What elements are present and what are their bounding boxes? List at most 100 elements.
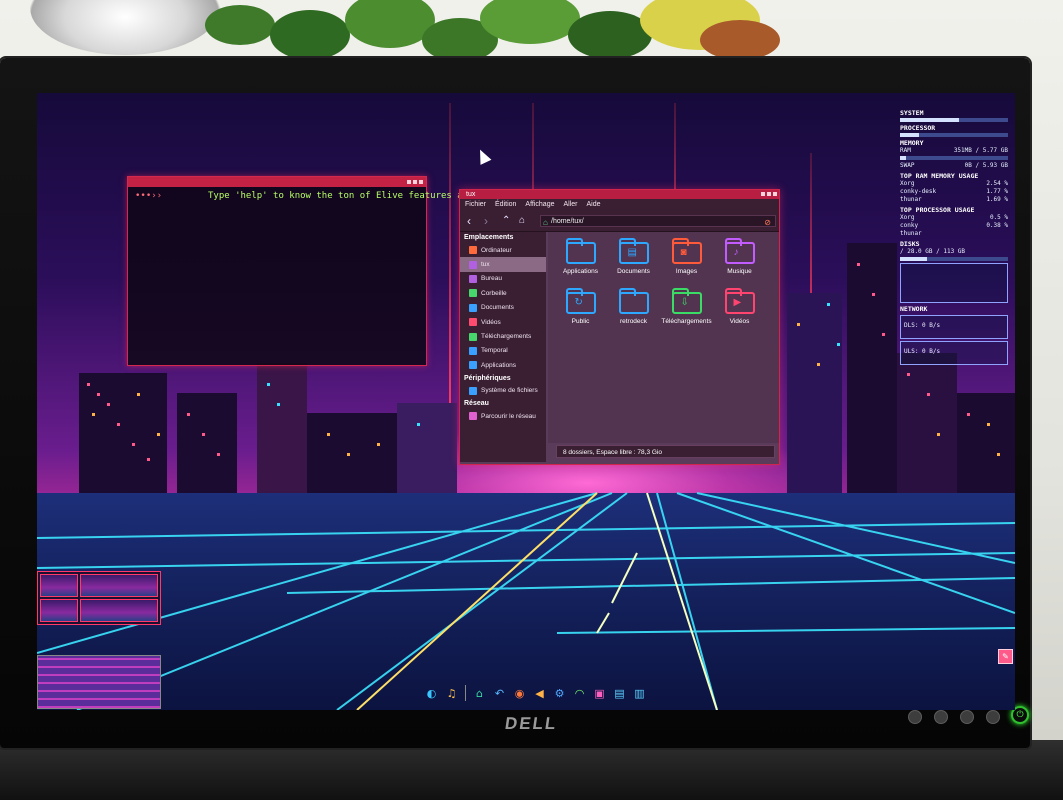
folder-icon: [469, 260, 477, 269]
conky-system-header: SYSTEM: [900, 109, 924, 117]
location-path: /home/tux/: [551, 218, 584, 225]
menu-edition[interactable]: Édition: [495, 199, 516, 211]
monitor-brand-logo: DELL: [503, 714, 559, 733]
folder-icon: [469, 246, 477, 255]
sidebar-item-network[interactable]: Parcourir le réseau: [460, 409, 546, 423]
elive-menu-icon[interactable]: ◐: [423, 685, 440, 702]
close-icon[interactable]: [419, 180, 423, 184]
folder-icon: [469, 274, 477, 283]
system-monitor-widget: SYSTEM PROCESSOR MEMORY RAM 351MB / 5.77…: [900, 107, 1008, 427]
conky-disk-graph: [900, 263, 1008, 303]
sidebar-item-label: Corbeille: [481, 289, 507, 297]
folder-view[interactable]: Applications ▤ Documents ◙ Images ♪ Musique ↻ Pu…: [548, 232, 779, 443]
location-bar[interactable]: ⌂ /home/tux/ ⊘: [540, 215, 776, 227]
folder-icon: [565, 238, 596, 265]
sidebar-item-places[interactable]: Vidéos: [460, 315, 546, 329]
workspace-pager: [37, 571, 161, 625]
monitor-button[interactable]: [934, 710, 948, 724]
workspace-thumbnail[interactable]: [80, 574, 158, 597]
sidebar-item-places[interactable]: Bureau: [460, 272, 546, 286]
folder-glyph: ↻: [574, 297, 583, 308]
sidebar-item-places[interactable]: Temporal: [460, 344, 546, 358]
conky-process-row: thunar: [900, 230, 1008, 238]
minimize-icon[interactable]: [407, 180, 411, 184]
desktop-screen[interactable]: •••›› Type 'help' to know the ton of Eli…: [37, 93, 1015, 710]
music-icon[interactable]: ♫: [443, 685, 460, 702]
menu-affichage[interactable]: Affichage: [525, 199, 554, 211]
conky-disks-header: DISKS: [900, 240, 920, 248]
conky-process-row: conky-desk 1.77 %: [900, 188, 1008, 196]
wifi-icon[interactable]: ◠: [571, 685, 588, 702]
trash-icon[interactable]: ▥: [631, 685, 648, 702]
folder-item[interactable]: ◙ Images: [660, 238, 713, 288]
folder-item[interactable]: ▶ Vidéos: [713, 288, 766, 338]
file-manager-titlebar[interactable]: tux: [460, 190, 779, 199]
folder-icon: ♪: [724, 238, 755, 265]
folder-item[interactable]: retrodeck: [607, 288, 660, 338]
terminal-titlebar[interactable]: [128, 177, 426, 187]
volume-icon[interactable]: ◀: [531, 685, 548, 702]
conky-upload-label: ULS: 0 B/s: [904, 348, 941, 355]
folder-home-icon[interactable]: ⌂: [471, 685, 488, 702]
terminal-icon[interactable]: ▣: [591, 685, 608, 702]
folder-item[interactable]: Applications: [554, 238, 607, 288]
sidebar-item-devices[interactable]: Système de fichiers: [460, 384, 546, 398]
camera-icon[interactable]: ◉: [511, 685, 528, 702]
folder-icon: ⇩: [671, 288, 702, 315]
conky-swap-value: 0B / 5.93 GB: [964, 162, 1008, 169]
monitor-button[interactable]: [986, 710, 1000, 724]
menu-aller[interactable]: Aller: [563, 199, 577, 211]
conky-process-name: conky: [900, 222, 919, 229]
maximize-icon[interactable]: [767, 192, 771, 196]
forward-icon[interactable]: ›: [484, 214, 488, 228]
folder-icon: [469, 303, 477, 312]
monitor-button[interactable]: [960, 710, 974, 724]
sidebar-item-places[interactable]: Corbeille: [460, 286, 546, 300]
folder-glyph: ♪: [733, 247, 739, 258]
sidebar-item-label: Vidéos: [481, 318, 501, 326]
minimize-icon[interactable]: [761, 192, 765, 196]
wallpaper-preview-thumbnail[interactable]: [37, 655, 161, 709]
settings-icon[interactable]: ⚙: [551, 685, 568, 702]
folder-icon: [469, 412, 477, 421]
monitor-button[interactable]: [908, 710, 922, 724]
conky-ram-label: RAM: [900, 147, 911, 154]
menu-aide[interactable]: Aide: [587, 199, 601, 211]
sidebar-item-places[interactable]: Ordinateur: [460, 243, 546, 257]
folder-item[interactable]: ↻ Public: [554, 288, 607, 338]
folder-label: Applications: [562, 268, 599, 275]
notification-icon[interactable]: ✎: [998, 649, 1013, 664]
up-icon[interactable]: ⌃: [502, 214, 510, 228]
close-icon[interactable]: [773, 192, 777, 196]
sidebar-item-label: Téléchargements: [481, 333, 532, 341]
folder-item[interactable]: ⇩ Téléchargements: [660, 288, 713, 338]
undo-icon[interactable]: ↶: [491, 685, 508, 702]
sidebar-item-label: tux: [481, 261, 490, 269]
desk-surface: [0, 740, 1063, 800]
conky-processor-header: PROCESSOR: [900, 124, 936, 132]
conky-process-row: thunar 1.69 %: [900, 196, 1008, 204]
workspace-thumbnail[interactable]: [80, 599, 158, 622]
menu-fichier[interactable]: Fichier: [465, 199, 486, 211]
folder-label: Téléchargements: [661, 318, 712, 325]
folder-label: retrodeck: [619, 318, 648, 325]
terminal-window[interactable]: •••›› Type 'help' to know the ton of Eli…: [127, 176, 522, 366]
sidebar-item-places[interactable]: tux: [460, 257, 546, 272]
maximize-icon[interactable]: [413, 180, 417, 184]
folder-item[interactable]: ▤ Documents: [607, 238, 660, 288]
workspace-thumbnail[interactable]: [40, 599, 78, 622]
home-icon[interactable]: ⌂: [519, 214, 525, 228]
image-viewer-icon[interactable]: ▤: [611, 685, 628, 702]
conky-top-proc-header: TOP PROCESSOR USAGE: [900, 206, 975, 214]
conky-memory-header: MEMORY: [900, 139, 924, 147]
sidebar-item-places[interactable]: Téléchargements: [460, 329, 546, 343]
sidebar-item-places[interactable]: Applications: [460, 358, 546, 372]
file-manager-window[interactable]: tux Fichier Édition Affichage Aller Aide…: [459, 189, 780, 465]
search-icon[interactable]: ⊘: [764, 217, 771, 229]
folder-item[interactable]: ♪ Musique: [713, 238, 766, 288]
sidebar-item-places[interactable]: Documents: [460, 301, 546, 315]
folder-label: Vidéos: [729, 318, 750, 325]
folder-icon: ◙: [671, 238, 702, 265]
workspace-thumbnail[interactable]: [40, 574, 78, 597]
back-icon[interactable]: ‹: [467, 214, 471, 228]
